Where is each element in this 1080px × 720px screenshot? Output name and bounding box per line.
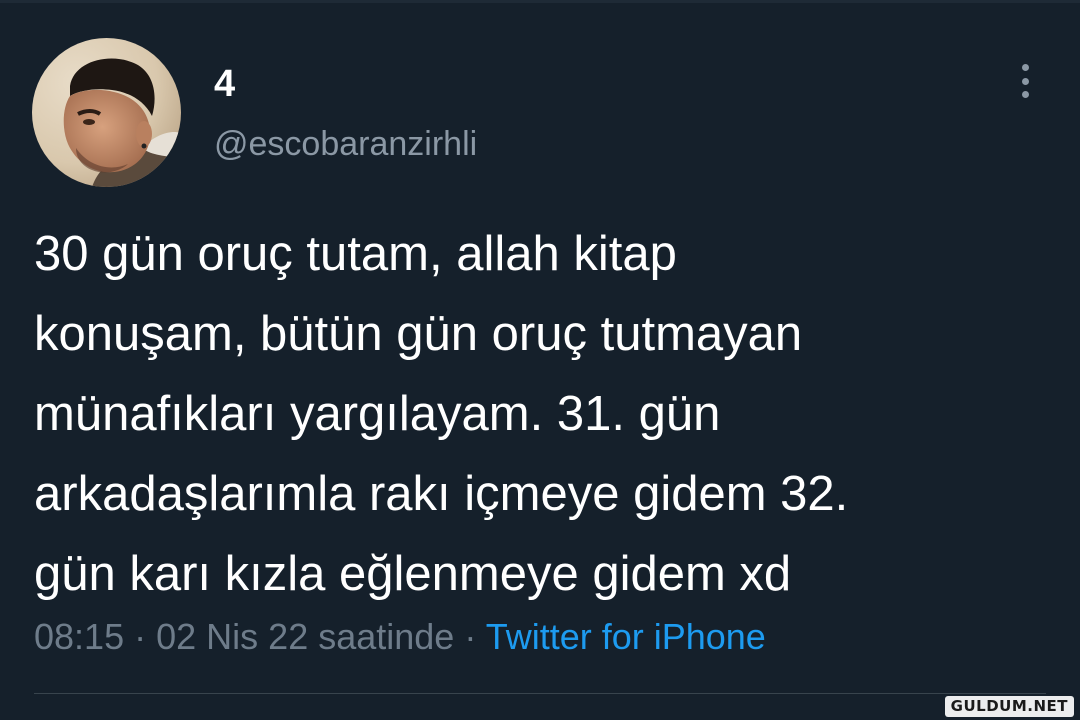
tweet-text-line: gün karı kızla eğlenmeye gidem xd (34, 547, 792, 601)
tweet-view: 4 @escobaranzirhli 30 gün oruç tutam, al… (0, 0, 1080, 720)
display-name[interactable]: 4 (214, 62, 235, 106)
meta-separator: · (134, 616, 147, 657)
more-options-button[interactable] (1008, 60, 1042, 102)
tweet-meta: 08:15 · 02 Nis 22 saatinde · Twitter for… (34, 613, 766, 661)
tweet-text-line: münafıkları yargılayam. 31. gün (34, 387, 721, 441)
more-vertical-icon-dot (1021, 91, 1029, 98)
tweet-text-line: konuşam, bütün gün oruç tutmayan (34, 307, 803, 361)
avatar[interactable] (32, 38, 181, 187)
avatar-image (32, 38, 181, 187)
tweet-text: 30 gün oruç tutam, allah kitap konuşam, … (34, 214, 1044, 614)
tweet-text-line: 30 gün oruç tutam, allah kitap (34, 227, 677, 281)
tweet-text-line: arkadaşlarımla rakı içmeye gidem 32. (34, 467, 849, 521)
tweet-date[interactable]: 02 Nis 22 saatinde (156, 616, 454, 657)
more-vertical-icon-dot (1021, 77, 1029, 85)
tweet-source-link[interactable]: Twitter for iPhone (486, 616, 766, 657)
tweet-time[interactable]: 08:15 (34, 616, 124, 657)
site-watermark: GULDUM.NET (944, 696, 1074, 717)
more-vertical-icon (1021, 64, 1029, 71)
top-divider (0, 0, 1080, 3)
meta-separator: · (464, 616, 477, 657)
divider (34, 693, 1046, 694)
user-handle[interactable]: @escobaranzirhli (214, 124, 477, 164)
